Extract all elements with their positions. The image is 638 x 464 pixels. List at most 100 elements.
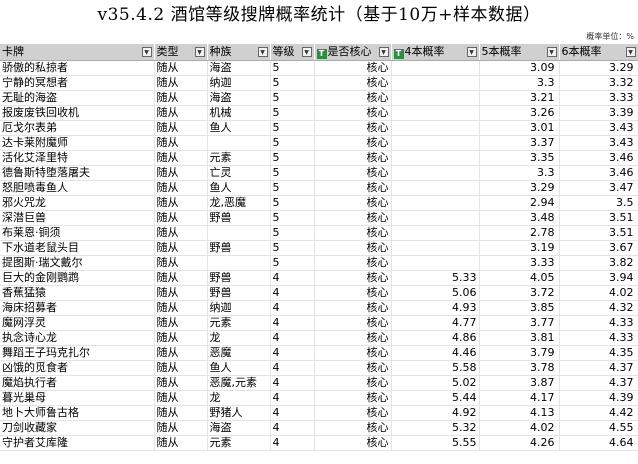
header-type[interactable]: 类型 ▼ — [154, 44, 208, 61]
header-tier[interactable]: 等级 ▼ — [270, 44, 315, 61]
cell-core[interactable]: 核心 — [314, 210, 392, 226]
cell-race[interactable]: 海盗 — [207, 90, 271, 106]
cell-p6[interactable]: 3.32 — [559, 75, 638, 91]
cell-core[interactable]: 核心 — [314, 270, 392, 286]
cell-p6[interactable]: 3.67 — [559, 240, 638, 256]
cell-type[interactable]: 随从 — [154, 285, 208, 301]
cell-p4[interactable] — [391, 240, 480, 256]
cell-p4[interactable] — [391, 150, 480, 166]
cell-core[interactable]: 核心 — [314, 135, 392, 151]
cell-type[interactable]: 随从 — [154, 105, 208, 121]
cell-card[interactable]: 舞蹈王子玛克扎尔 — [0, 345, 155, 361]
cell-p5[interactable]: 3.37 — [479, 135, 560, 151]
cell-p6[interactable]: 4.42 — [559, 405, 638, 421]
cell-core[interactable]: 核心 — [314, 75, 392, 91]
cell-p4[interactable] — [391, 225, 480, 241]
cell-p6[interactable]: 3.29 — [559, 60, 638, 76]
cell-type[interactable]: 随从 — [154, 195, 208, 211]
cell-card[interactable]: 活化艾泽里特 — [0, 150, 155, 166]
cell-p4[interactable] — [391, 105, 480, 121]
cell-tier[interactable]: 4 — [270, 360, 315, 376]
cell-core[interactable]: 核心 — [314, 120, 392, 136]
cell-core[interactable]: 核心 — [314, 315, 392, 331]
cell-p5[interactable]: 3.81 — [479, 330, 560, 346]
cell-race[interactable]: 野猪人 — [207, 405, 271, 421]
cell-tier[interactable]: 5 — [270, 225, 315, 241]
cell-card[interactable]: 厄戈尔表弟 — [0, 120, 155, 136]
cell-p5[interactable]: 3.78 — [479, 360, 560, 376]
cell-tier[interactable]: 5 — [270, 120, 315, 136]
dropdown-arrow-icon[interactable]: ▼ — [194, 47, 205, 57]
cell-p6[interactable]: 3.51 — [559, 225, 638, 241]
cell-type[interactable]: 随从 — [154, 135, 208, 151]
cell-p6[interactable]: 3.39 — [559, 105, 638, 121]
cell-race[interactable]: 机械 — [207, 105, 271, 121]
cell-core[interactable]: 核心 — [314, 195, 392, 211]
cell-race[interactable]: 龙 — [207, 330, 271, 346]
cell-core[interactable]: 核心 — [314, 435, 392, 451]
cell-race[interactable] — [207, 255, 271, 271]
cell-type[interactable]: 随从 — [154, 435, 208, 451]
cell-p6[interactable]: 3.43 — [559, 135, 638, 151]
cell-p6[interactable]: 4.33 — [559, 330, 638, 346]
cell-p6[interactable]: 3.46 — [559, 150, 638, 166]
cell-p5[interactable]: 3.3 — [479, 75, 560, 91]
cell-p6[interactable]: 4.39 — [559, 390, 638, 406]
cell-p5[interactable]: 3.09 — [479, 60, 560, 76]
cell-tier[interactable]: 4 — [270, 420, 315, 436]
cell-type[interactable]: 随从 — [154, 345, 208, 361]
cell-p4[interactable]: 4.92 — [391, 405, 480, 421]
cell-tier[interactable]: 5 — [270, 240, 315, 256]
cell-core[interactable]: 核心 — [314, 390, 392, 406]
cell-core[interactable]: 核心 — [314, 255, 392, 271]
cell-p6[interactable]: 3.94 — [559, 270, 638, 286]
cell-card[interactable]: 提图斯·瑞文戴尔 — [0, 255, 155, 271]
cell-race[interactable]: 元素 — [207, 435, 271, 451]
header-p6[interactable]: 6本概率 ▼ — [559, 44, 638, 61]
cell-race[interactable]: 海盗 — [207, 420, 271, 436]
cell-p5[interactable]: 2.94 — [479, 195, 560, 211]
cell-tier[interactable]: 4 — [270, 285, 315, 301]
cell-tier[interactable]: 4 — [270, 405, 315, 421]
cell-race[interactable]: 龙 — [207, 390, 271, 406]
cell-p4[interactable] — [391, 75, 480, 91]
cell-p4[interactable] — [391, 180, 480, 196]
cell-type[interactable]: 随从 — [154, 420, 208, 436]
cell-tier[interactable]: 4 — [270, 390, 315, 406]
dropdown-arrow-icon[interactable]: ▼ — [257, 47, 268, 57]
cell-core[interactable]: 核心 — [314, 420, 392, 436]
cell-card[interactable]: 暮光巢母 — [0, 390, 155, 406]
cell-race[interactable]: 纳迦 — [207, 75, 271, 91]
cell-p4[interactable]: 4.46 — [391, 345, 480, 361]
dropdown-arrow-icon[interactable]: ▼ — [301, 47, 312, 57]
cell-p5[interactable]: 3.85 — [479, 300, 560, 316]
cell-race[interactable]: 恶魔,元素 — [207, 375, 271, 391]
cell-p6[interactable]: 3.46 — [559, 165, 638, 181]
cell-tier[interactable]: 4 — [270, 435, 315, 451]
cell-tier[interactable]: 5 — [270, 195, 315, 211]
filter-active-icon[interactable]: T — [316, 48, 327, 59]
cell-core[interactable]: 核心 — [314, 60, 392, 76]
header-race[interactable]: 种族 ▼ — [207, 44, 271, 61]
cell-card[interactable]: 邪火咒龙 — [0, 195, 155, 211]
cell-core[interactable]: 核心 — [314, 300, 392, 316]
cell-core[interactable]: 核心 — [314, 330, 392, 346]
cell-type[interactable]: 随从 — [154, 330, 208, 346]
cell-core[interactable]: 核心 — [314, 405, 392, 421]
cell-card[interactable]: 深潜巨兽 — [0, 210, 155, 226]
dropdown-arrow-icon[interactable]: ▼ — [378, 47, 389, 57]
header-card[interactable]: 卡牌 ▼ — [0, 44, 155, 61]
cell-tier[interactable]: 5 — [270, 105, 315, 121]
cell-card[interactable]: 怒胆喷毒鱼人 — [0, 180, 155, 196]
cell-core[interactable]: 核心 — [314, 345, 392, 361]
cell-p4[interactable]: 5.55 — [391, 435, 480, 451]
cell-p6[interactable]: 3.5 — [559, 195, 638, 211]
cell-type[interactable]: 随从 — [154, 390, 208, 406]
cell-p6[interactable]: 4.37 — [559, 360, 638, 376]
cell-p5[interactable]: 3.72 — [479, 285, 560, 301]
cell-tier[interactable]: 5 — [270, 255, 315, 271]
cell-tier[interactable]: 4 — [270, 375, 315, 391]
cell-race[interactable]: 野兽 — [207, 270, 271, 286]
cell-type[interactable]: 随从 — [154, 255, 208, 271]
cell-p4[interactable]: 5.32 — [391, 420, 480, 436]
